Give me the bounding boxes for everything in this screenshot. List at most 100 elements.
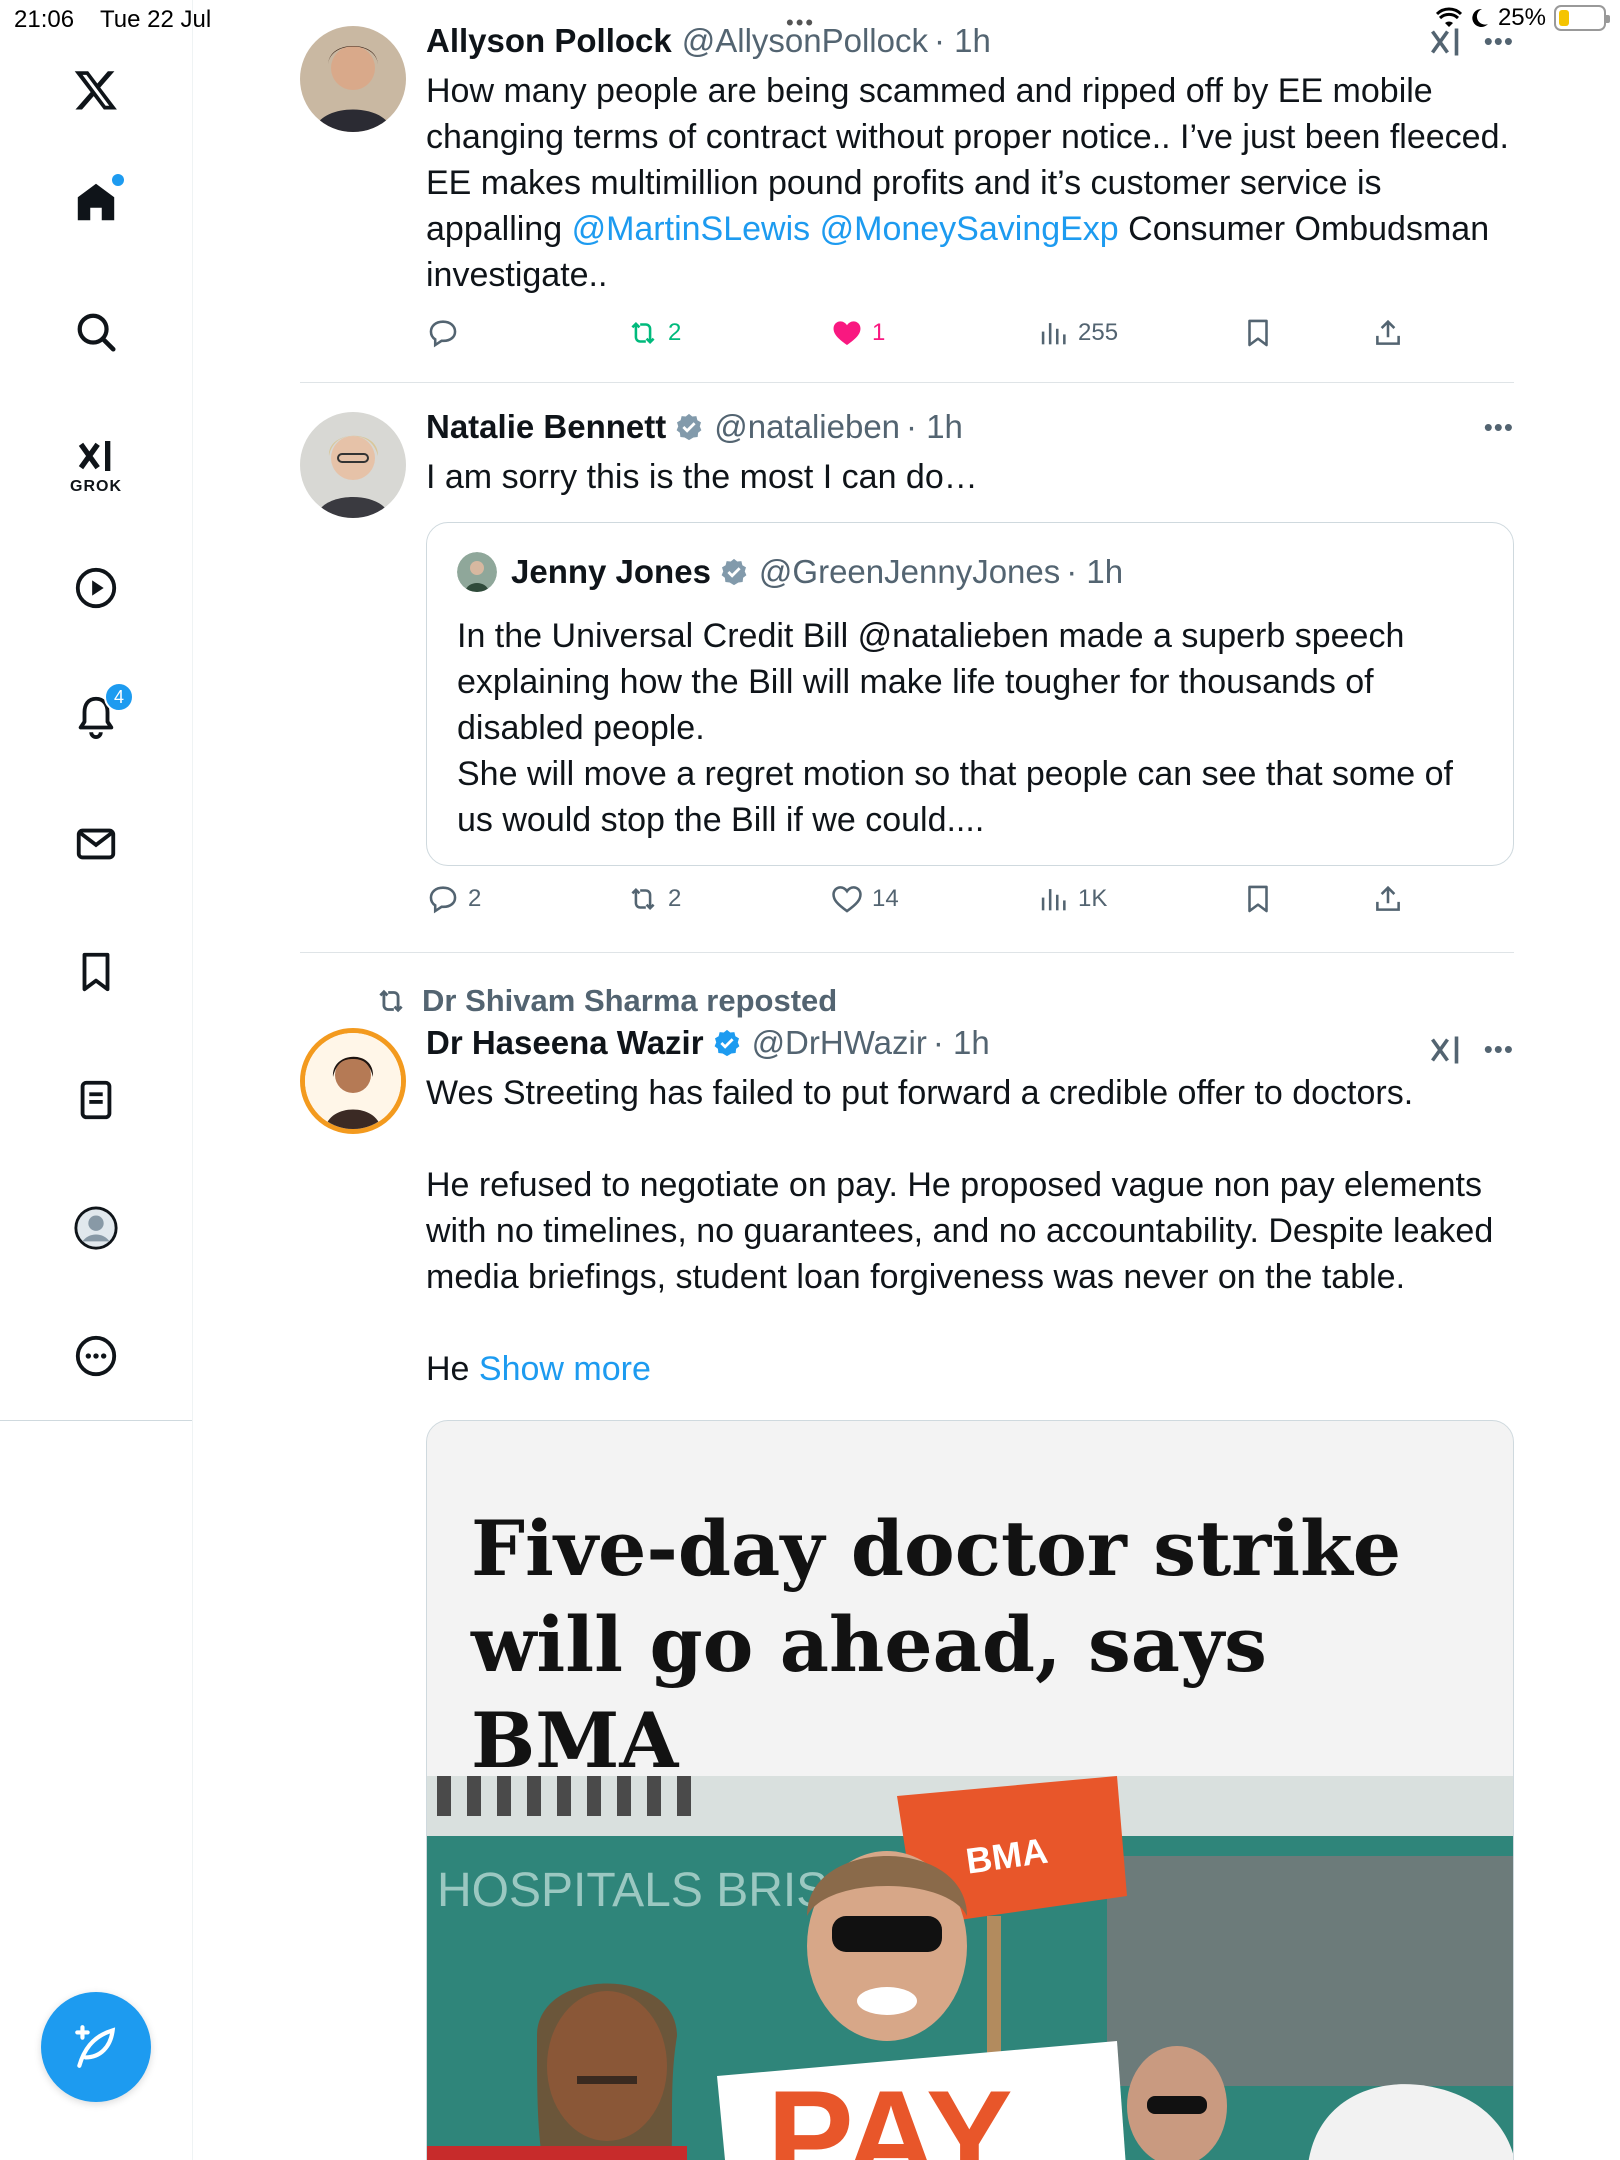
strike-photo: HOSPITALS BRIST BMA PAY	[427, 1776, 1513, 2160]
tweet-paragraph: Wes Streeting has failed to put forward …	[426, 1074, 1414, 1112]
more-options-icon[interactable]: •••	[1484, 1034, 1514, 1065]
nav-notifications[interactable]: 4	[56, 676, 136, 756]
repost-icon	[379, 989, 403, 1013]
avatar[interactable]	[300, 412, 406, 518]
sidebar-divider	[0, 1420, 192, 1421]
bookmark-button[interactable]	[1241, 882, 1275, 916]
tweet-actions: 2 1 255	[426, 316, 1514, 356]
compose-post-button[interactable]	[41, 1992, 151, 2102]
photo-building-sign: HOSPITALS BRIST	[437, 1864, 858, 1917]
tweet-text: How many people are being scammed and ri…	[426, 68, 1514, 298]
quoted-author-handle[interactable]: @GreenJennyJones	[759, 551, 1060, 593]
grok-icon	[78, 441, 111, 471]
search-icon	[77, 313, 116, 352]
link-card[interactable]: Five-day doctor strike will go ahead, sa…	[426, 1420, 1514, 2160]
x-logo-icon[interactable]	[56, 50, 136, 130]
more-options-icon[interactable]: •••	[1484, 412, 1514, 443]
nav-grok[interactable]: GROK	[56, 426, 136, 506]
grok-explain-icon[interactable]	[1428, 1032, 1464, 1068]
quoted-text-line: She will move a regret motion so that pe…	[457, 755, 1453, 839]
mail-icon	[76, 828, 116, 860]
tweet-text-part: He	[426, 1350, 479, 1388]
tweet-time: · 1h	[906, 408, 963, 445]
tweet-paragraph: He refused to negotiate on pay. He propo…	[426, 1166, 1494, 1296]
quoted-tweet-text: In the Universal Credit Bill @natalieben…	[457, 613, 1483, 843]
more-options-icon[interactable]: •••	[1484, 26, 1514, 57]
tweet-header: Allyson Pollock @AllysonPollock · 1h	[426, 20, 1514, 62]
share-icon	[1376, 319, 1400, 345]
grok-explain-icon[interactable]	[1428, 24, 1464, 60]
repost-count: 2	[668, 319, 682, 346]
tweet-time: · 1h	[934, 22, 991, 59]
tweet-header: Natalie Bennett @natalieben · 1h	[426, 406, 1514, 448]
notifications-badge: 4	[104, 682, 134, 712]
author-name[interactable]: Natalie Bennett	[426, 406, 666, 448]
share-button[interactable]	[1371, 316, 1405, 350]
list-icon	[80, 1080, 112, 1120]
share-button[interactable]	[1371, 882, 1405, 916]
like-count: 14	[872, 885, 899, 912]
bookmark-button[interactable]	[1241, 316, 1275, 350]
reply-button[interactable]	[426, 316, 460, 350]
author-handle[interactable]: @natalieben	[714, 406, 900, 448]
verified-badge-icon	[676, 413, 702, 441]
nav-lists[interactable]	[56, 1060, 136, 1140]
quoted-tweet-time: · 1h	[1066, 553, 1124, 590]
like-button[interactable]: 14	[830, 882, 899, 916]
mention-link[interactable]: @MoneySavingExp	[820, 210, 1119, 248]
repost-count: 2	[668, 885, 682, 912]
nav-messages[interactable]	[56, 804, 136, 884]
tweet-paragraph: He Show more	[426, 1346, 1514, 1392]
tweet-text: I am sorry this is the most I can do…	[426, 458, 978, 496]
show-more-link[interactable]: Show more	[479, 1350, 651, 1388]
reposted-by-label[interactable]: Dr Shivam Sharma reposted	[422, 980, 837, 1022]
avatar[interactable]	[300, 1028, 406, 1134]
nav-bookmarks[interactable]	[56, 932, 136, 1012]
photo-pay-sign: PAY	[767, 2063, 1013, 2160]
verified-badge-icon	[714, 1029, 739, 1057]
home-icon	[77, 183, 115, 221]
share-icon	[1376, 885, 1400, 911]
battery-icon	[1554, 5, 1610, 31]
nav-profile[interactable]	[56, 1188, 136, 1268]
repost-context: Dr Shivam Sharma reposted	[374, 980, 837, 1022]
verified-badge-icon	[721, 558, 747, 586]
article-headline: Five-day doctor strike will go ahead, sa…	[471, 1504, 1402, 1785]
compose-feather-icon	[75, 2025, 116, 2068]
quoted-author-name[interactable]: Jenny Jones	[511, 551, 711, 593]
tweet-header: Dr Haseena Wazir @DrHWazir · 1h	[426, 1022, 1514, 1064]
repost-icon	[631, 321, 655, 345]
reply-button[interactable]: 2	[426, 882, 481, 916]
view-count: 255	[1078, 319, 1119, 346]
bookmark-icon	[82, 952, 110, 992]
views-button[interactable]: 255	[1036, 316, 1118, 350]
nav-video[interactable]	[56, 548, 136, 628]
views-chart-icon	[1041, 323, 1066, 345]
mention-link[interactable]: @MartinSLewis	[572, 210, 811, 248]
like-count: 1	[872, 319, 886, 346]
bookmark-icon	[1248, 319, 1268, 347]
views-chart-icon	[1041, 889, 1066, 911]
avatar[interactable]	[300, 26, 406, 132]
author-handle[interactable]: @AllysonPollock	[682, 20, 928, 62]
tweet-time: · 1h	[932, 1024, 990, 1061]
tweet-divider	[300, 382, 1514, 383]
quoted-tweet-header: Jenny Jones @GreenJennyJones · 1h	[457, 551, 1123, 593]
repost-button[interactable]: 2	[626, 316, 681, 350]
nav-home[interactable]	[56, 162, 136, 242]
quoted-avatar[interactable]	[457, 552, 497, 592]
views-button[interactable]: 1K	[1036, 882, 1107, 916]
like-button[interactable]: 1	[830, 316, 885, 350]
nav-more[interactable]	[56, 1316, 136, 1396]
quoted-tweet[interactable]: Jenny Jones @GreenJennyJones · 1h In the…	[426, 522, 1514, 866]
reply-icon	[429, 320, 457, 348]
repost-button[interactable]: 2	[626, 882, 681, 916]
grok-label: GROK	[70, 478, 122, 495]
author-name[interactable]: Dr Haseena Wazir	[426, 1022, 704, 1064]
sidebar-nav: GROK 4	[0, 0, 193, 2160]
author-name[interactable]: Allyson Pollock	[426, 20, 672, 62]
heart-filled-icon	[833, 321, 861, 346]
nav-explore[interactable]	[56, 292, 136, 372]
author-handle[interactable]: @DrHWazir	[752, 1022, 927, 1064]
tweet-divider	[300, 952, 1514, 953]
